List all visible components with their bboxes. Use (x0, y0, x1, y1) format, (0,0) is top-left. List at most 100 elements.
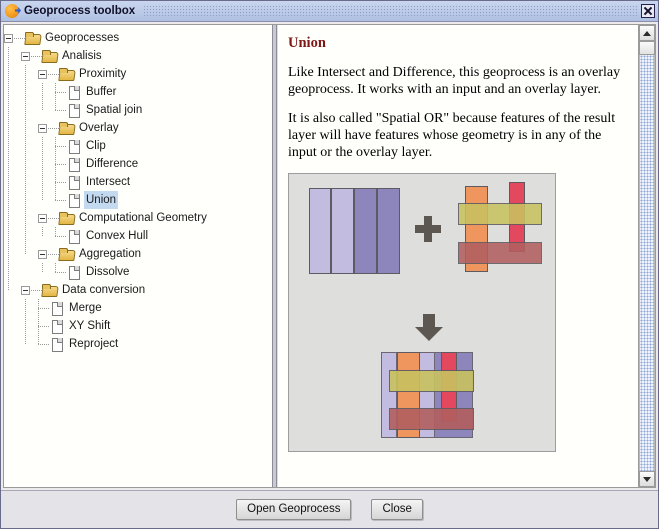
tree-expander-icon[interactable] (38, 69, 47, 79)
tree-indent (21, 119, 38, 137)
down-arrow-icon (415, 314, 443, 342)
close-button[interactable]: Close (371, 499, 423, 520)
tree-indent (38, 155, 55, 173)
tree-item-analisis[interactable]: Analisis (4, 47, 271, 65)
tree-connector (38, 335, 49, 353)
input-layer-strip-3 (354, 188, 377, 274)
document-icon (66, 266, 81, 280)
document-icon (49, 338, 64, 352)
tree-item-label: Merge (69, 302, 102, 314)
tree-item-geoprocesses[interactable]: Geoprocesses (4, 29, 271, 47)
geoprocess-tree-pane[interactable]: Geoprocesses Analisis Proximity Buffer Spati… (3, 24, 271, 488)
tree-item-label: Buffer (86, 86, 117, 98)
tree-connector (55, 137, 66, 155)
pane-splitter[interactable] (271, 25, 278, 487)
tree-item-intersect[interactable]: Intersect (4, 173, 271, 191)
tree-item-label: Proximity (79, 68, 127, 80)
tree-item-label: Union (84, 191, 119, 209)
tree-expander-icon[interactable] (38, 249, 47, 259)
tree-item-aggregation[interactable]: Aggregation (4, 245, 271, 263)
window-title: Geoprocess toolbox (24, 5, 136, 17)
tree-expander-icon[interactable] (38, 123, 47, 133)
tree-expander-icon[interactable] (4, 33, 13, 43)
tree-indent (4, 65, 21, 83)
tree-item-clip[interactable]: Clip (4, 137, 271, 155)
tree-item-proximity[interactable]: Proximity (4, 65, 271, 83)
folder-icon (59, 248, 74, 260)
tree-indent (21, 209, 38, 227)
tree-indent (21, 137, 38, 155)
tree-connector (55, 263, 66, 281)
tree-connector (55, 191, 66, 209)
geoprocess-toolbox-window: Geoprocess toolbox Geoprocesses Analisis P… (0, 0, 659, 529)
tree-item-label: Analisis (62, 50, 102, 62)
folder-icon (59, 122, 74, 134)
tree-indent (4, 119, 21, 137)
tree-item-merge[interactable]: Merge (4, 299, 271, 317)
tree-indent (4, 155, 21, 173)
gvsig-logo-icon (5, 4, 19, 18)
tree-item-label: Aggregation (79, 248, 142, 260)
tree-item-dissolve[interactable]: Dissolve (4, 263, 271, 281)
tree-item-convex-hull[interactable]: Convex Hull (4, 227, 271, 245)
input-layer-strip-2 (331, 188, 354, 274)
tree-indent (21, 227, 38, 245)
tree-indent (4, 245, 21, 263)
document-icon (66, 86, 81, 100)
tree-item-reproject[interactable]: Reproject (4, 335, 271, 353)
tree-indent (4, 227, 21, 245)
tree-indent (21, 335, 38, 353)
tree-indent (4, 191, 21, 209)
vertical-scrollbar[interactable] (639, 24, 656, 488)
close-icon[interactable] (641, 4, 655, 18)
overlay-maroon-bar (458, 242, 542, 264)
tree-item-overlay[interactable]: Overlay (4, 119, 271, 137)
tree-item-label: XY Shift (69, 320, 111, 332)
document-icon (66, 140, 81, 154)
document-icon (66, 158, 81, 172)
tree-item-xy-shift[interactable]: XY Shift (4, 317, 271, 335)
tree-indent (21, 83, 38, 101)
document-icon (49, 320, 64, 334)
tree-item-label: Intersect (86, 176, 131, 188)
tree-indent (38, 173, 55, 191)
scroll-thumb[interactable] (639, 41, 655, 55)
union-illustration (288, 173, 556, 452)
tree-indent (38, 191, 55, 209)
plus-operator-icon (415, 216, 441, 242)
tree-item-label: Reproject (69, 338, 119, 350)
window-body: Geoprocesses Analisis Proximity Buffer Spati… (1, 22, 658, 488)
scroll-track[interactable] (639, 55, 655, 471)
scroll-down-icon[interactable] (639, 471, 655, 487)
tree-indent (21, 245, 38, 263)
tree-indent (4, 263, 21, 281)
tree-indent (38, 137, 55, 155)
tree-item-computational-geometry[interactable]: Computational Geometry (4, 209, 271, 227)
result-maroon-bar (389, 408, 474, 430)
document-icon (66, 176, 81, 190)
tree-indent (38, 227, 55, 245)
tree-item-data-conversion[interactable]: Data conversion (4, 281, 271, 299)
tree-item-spatial-join[interactable]: Spatial join (4, 101, 271, 119)
tree-connector (55, 227, 66, 245)
tree-indent (21, 299, 38, 317)
tree-item-buffer[interactable]: Buffer (4, 83, 271, 101)
tree-item-difference[interactable]: Difference (4, 155, 271, 173)
tree-item-label: Clip (86, 140, 106, 152)
open-geoprocess-button[interactable]: Open Geoprocess (236, 499, 352, 520)
description-paragraph-1: Like Intersect and Difference, this geop… (288, 65, 621, 97)
tree-expander-icon[interactable] (21, 51, 30, 61)
tree-indent (38, 263, 55, 281)
tree-item-union[interactable]: Union (4, 191, 271, 209)
tree-expander-icon[interactable] (21, 285, 30, 295)
folder-icon (59, 212, 74, 224)
description-paragraph-2: It is also called "Spatial OR" because f… (288, 111, 616, 160)
tree-indent (4, 281, 21, 299)
tree-expander-icon[interactable] (38, 213, 47, 223)
input-layer-strip-4 (377, 188, 400, 274)
tree-item-label: Data conversion (62, 284, 146, 296)
tree-indent (4, 47, 21, 65)
scroll-up-icon[interactable] (639, 25, 655, 41)
